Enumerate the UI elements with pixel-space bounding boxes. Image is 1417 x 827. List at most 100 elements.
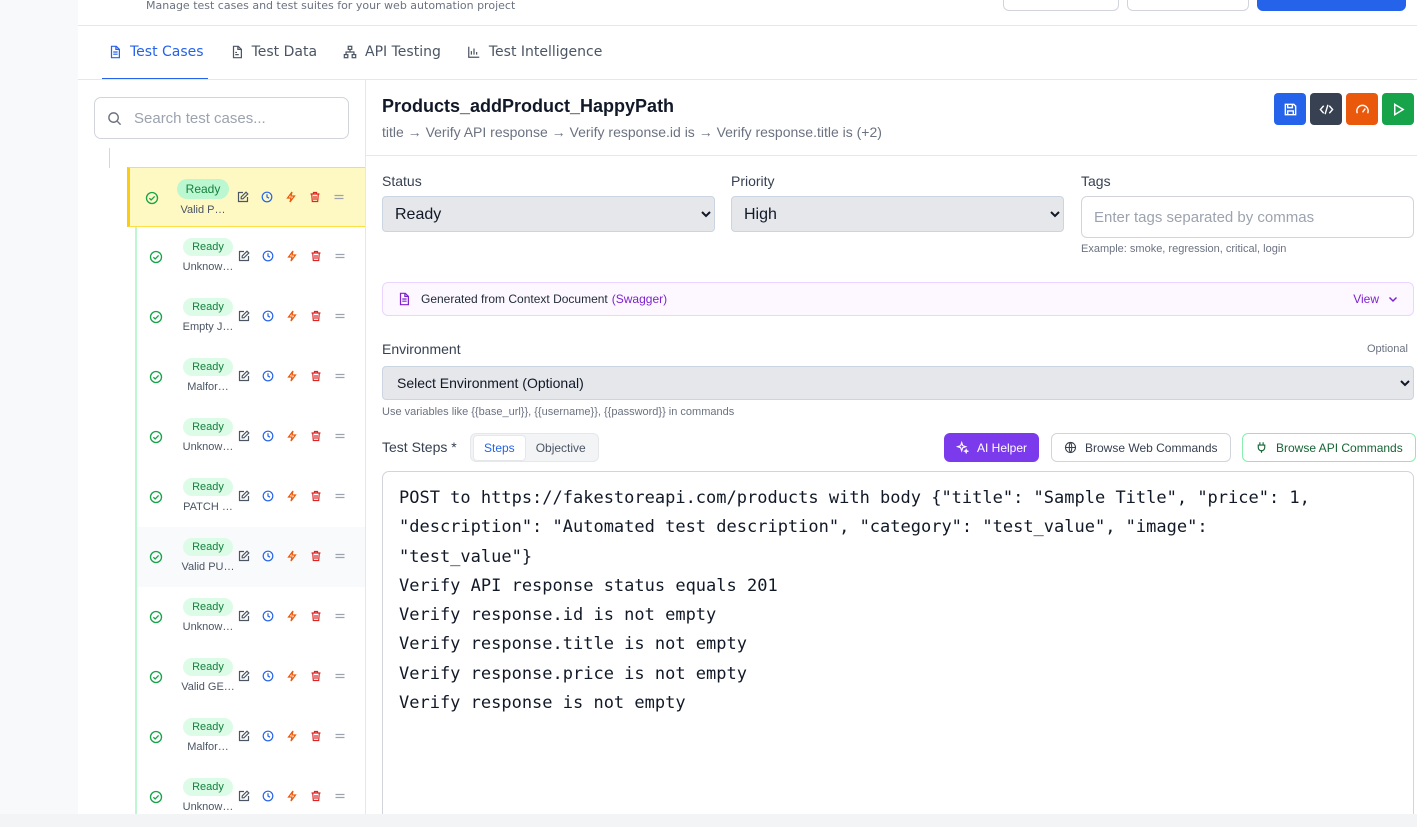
quick-run-button[interactable] bbox=[286, 790, 298, 802]
edit-button[interactable] bbox=[238, 250, 250, 262]
quick-run-button[interactable] bbox=[286, 730, 298, 742]
delete-button[interactable] bbox=[309, 191, 321, 203]
quick-run-button[interactable] bbox=[286, 490, 298, 502]
edit-button[interactable] bbox=[238, 610, 250, 622]
tab-test-cases[interactable]: Test Cases bbox=[102, 26, 208, 80]
edit-button[interactable] bbox=[237, 191, 249, 203]
quick-run-button[interactable] bbox=[286, 550, 298, 562]
history-button[interactable] bbox=[262, 610, 274, 622]
quick-run-button[interactable] bbox=[286, 610, 298, 622]
code-view-button[interactable] bbox=[1310, 93, 1342, 125]
drag-handle[interactable] bbox=[334, 490, 346, 502]
header-button[interactable] bbox=[1003, 0, 1119, 11]
steps-mode-toggle: Steps Objective bbox=[470, 433, 599, 462]
page-subtitle: Manage test cases and test suites for yo… bbox=[146, 0, 516, 12]
history-button[interactable] bbox=[262, 490, 274, 502]
delete-button[interactable] bbox=[310, 430, 322, 442]
delete-button[interactable] bbox=[310, 670, 322, 682]
test-case-row[interactable]: Ready Unknow… bbox=[135, 407, 365, 467]
test-case-row[interactable]: Ready Empty J… bbox=[135, 287, 365, 347]
edit-button[interactable] bbox=[238, 670, 250, 682]
header-button[interactable] bbox=[1127, 0, 1249, 11]
save-button[interactable] bbox=[1274, 93, 1306, 125]
test-case-row[interactable]: Ready PATCH … bbox=[135, 467, 365, 527]
delete-button[interactable] bbox=[310, 250, 322, 262]
quick-run-button[interactable] bbox=[286, 670, 298, 682]
test-case-row[interactable]: Ready Unknow… bbox=[135, 767, 365, 814]
drag-handle-icon bbox=[335, 493, 345, 499]
test-case-row[interactable]: Ready Valid P… bbox=[127, 167, 365, 227]
history-button[interactable] bbox=[262, 310, 274, 322]
tags-input[interactable] bbox=[1081, 196, 1414, 238]
test-steps-editor[interactable]: POST to https://fakestoreapi.com/product… bbox=[382, 471, 1414, 814]
edit-button[interactable] bbox=[238, 490, 250, 502]
delete-button[interactable] bbox=[310, 790, 322, 802]
history-button[interactable] bbox=[262, 550, 274, 562]
context-view-toggle[interactable]: View bbox=[1353, 292, 1399, 306]
drag-handle[interactable] bbox=[334, 310, 346, 322]
test-case-row[interactable]: Ready Unknow… bbox=[135, 227, 365, 287]
history-button[interactable] bbox=[261, 191, 273, 203]
header-primary-button[interactable] bbox=[1257, 0, 1406, 11]
tab-test-intelligence[interactable]: Test Intelligence bbox=[461, 26, 622, 78]
test-case-row[interactable]: Ready Valid PU… bbox=[135, 527, 365, 587]
quick-run-button[interactable] bbox=[286, 370, 298, 382]
edit-button[interactable] bbox=[238, 310, 250, 322]
drag-handle[interactable] bbox=[333, 191, 345, 203]
run-button[interactable] bbox=[1382, 93, 1414, 125]
drag-handle-icon bbox=[335, 553, 345, 559]
history-button[interactable] bbox=[262, 370, 274, 382]
ai-helper-button[interactable]: AI Helper bbox=[944, 433, 1040, 462]
edit-button[interactable] bbox=[238, 430, 250, 442]
status-select[interactable]: Ready bbox=[382, 196, 715, 232]
objective-tab[interactable]: Objective bbox=[526, 436, 596, 460]
delete-button[interactable] bbox=[310, 730, 322, 742]
tab-api-testing[interactable]: API Testing bbox=[337, 26, 461, 78]
test-case-name: Unknow… bbox=[182, 621, 234, 633]
lightning-icon bbox=[287, 310, 297, 322]
history-button[interactable] bbox=[262, 430, 274, 442]
history-button[interactable] bbox=[262, 670, 274, 682]
delete-button[interactable] bbox=[310, 550, 322, 562]
quick-run-button[interactable] bbox=[286, 430, 298, 442]
row-actions bbox=[238, 730, 346, 742]
drag-handle[interactable] bbox=[334, 610, 346, 622]
drag-handle[interactable] bbox=[334, 550, 346, 562]
search-input[interactable] bbox=[134, 109, 334, 127]
delete-button[interactable] bbox=[310, 370, 322, 382]
quick-run-button[interactable] bbox=[286, 250, 298, 262]
delete-button[interactable] bbox=[310, 310, 322, 322]
steps-tab[interactable]: Steps bbox=[473, 434, 526, 461]
priority-select[interactable]: High bbox=[731, 196, 1064, 232]
context-text: Generated from Context Document bbox=[421, 292, 608, 306]
quick-run-button[interactable] bbox=[286, 310, 298, 322]
history-button[interactable] bbox=[262, 790, 274, 802]
tab-test-data[interactable]: Test Data bbox=[224, 26, 337, 78]
drag-handle[interactable] bbox=[334, 730, 346, 742]
edit-button[interactable] bbox=[238, 730, 250, 742]
edit-button[interactable] bbox=[238, 790, 250, 802]
drag-handle[interactable] bbox=[334, 670, 346, 682]
browse-web-commands-button[interactable]: Browse Web Commands bbox=[1051, 433, 1231, 462]
edit-button[interactable] bbox=[238, 370, 250, 382]
edit-button[interactable] bbox=[238, 550, 250, 562]
performance-button[interactable] bbox=[1346, 93, 1378, 125]
drag-handle[interactable] bbox=[334, 430, 346, 442]
delete-button[interactable] bbox=[310, 610, 322, 622]
clock-icon bbox=[262, 670, 274, 682]
history-button[interactable] bbox=[262, 730, 274, 742]
test-case-row[interactable]: Ready Malfor… bbox=[135, 347, 365, 407]
step-line: Verify response.title is not empty bbox=[399, 634, 747, 655]
drag-handle[interactable] bbox=[334, 790, 346, 802]
history-button[interactable] bbox=[262, 250, 274, 262]
test-case-row[interactable]: Ready Malfor… bbox=[135, 707, 365, 767]
test-case-row[interactable]: Ready Valid GE… bbox=[135, 647, 365, 707]
browse-api-commands-button[interactable]: Browse API Commands bbox=[1242, 433, 1416, 462]
test-case-name: Empty J… bbox=[182, 321, 234, 333]
test-case-row[interactable]: Ready Unknow… bbox=[135, 587, 365, 647]
quick-run-button[interactable] bbox=[285, 191, 297, 203]
delete-button[interactable] bbox=[310, 490, 322, 502]
environment-select[interactable]: Select Environment (Optional) bbox=[382, 366, 1414, 400]
drag-handle[interactable] bbox=[334, 250, 346, 262]
drag-handle[interactable] bbox=[334, 370, 346, 382]
